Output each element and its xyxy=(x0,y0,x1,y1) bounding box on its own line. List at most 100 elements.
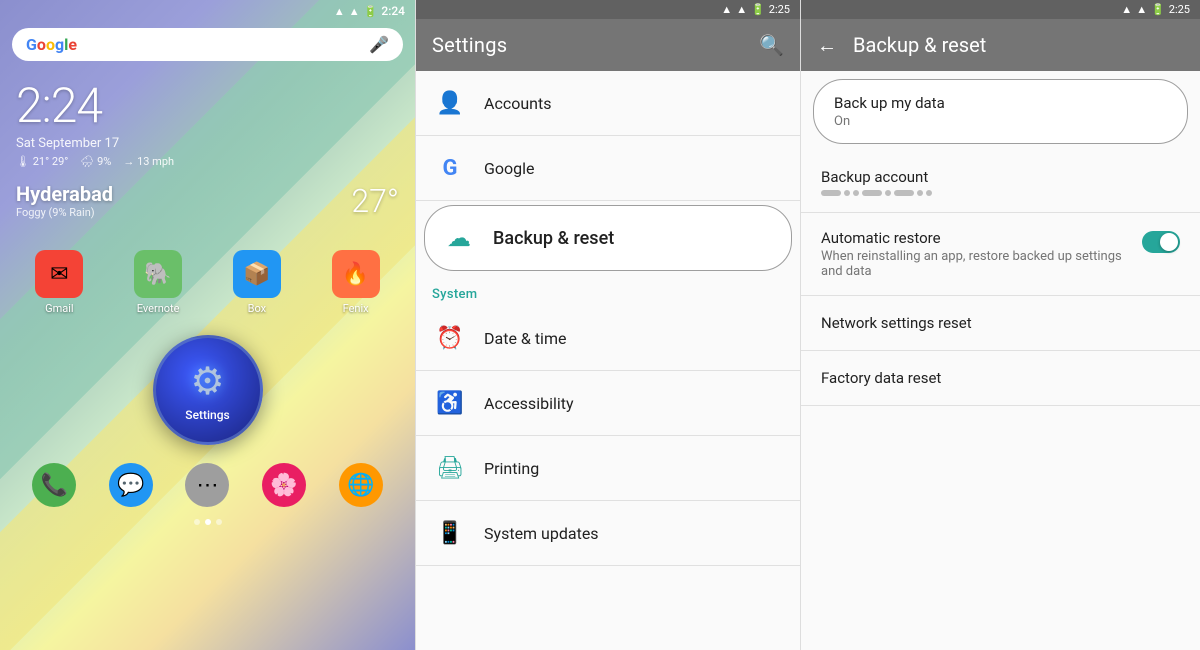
backup-signal-icon: ▲ xyxy=(1136,3,1147,16)
city-weather-row: Hyderabad Foggy (9% Rain) 27° xyxy=(0,182,415,220)
gmail-icon: ✉ xyxy=(35,250,83,298)
photos-dock-icon[interactable]: 🌸 xyxy=(262,463,306,507)
account-dot-3 xyxy=(853,190,859,196)
app-grid: ✉ Gmail 🐘 Evernote 📦 Box 🔥 Fenix xyxy=(0,230,415,325)
person-icon: 👤 xyxy=(436,91,463,116)
page-dot-1 xyxy=(194,519,200,525)
settings-item-accounts[interactable]: 👤 Accounts xyxy=(416,71,800,136)
automatic-restore-desc: When reinstalling an app, restore backed… xyxy=(821,249,1142,279)
home-screen: ▲ ▲ 🔋 2:24 Google 🎤 2:24 Sat September 1… xyxy=(0,0,415,650)
backup-status-bar: ▲ ▲ 🔋 2:25 xyxy=(801,0,1200,19)
backup-time: 2:25 xyxy=(1169,3,1190,16)
page-dot-3 xyxy=(216,519,222,525)
backup-screen: ▲ ▲ 🔋 2:25 ← Backup & reset Back up my d… xyxy=(800,0,1200,650)
account-dot-6 xyxy=(894,190,914,196)
google-label: Google xyxy=(484,159,535,178)
home-wifi-icon: ▲ xyxy=(334,5,345,18)
automatic-restore-title: Automatic restore xyxy=(821,229,1142,247)
backup-battery-icon: 🔋 xyxy=(1151,3,1165,16)
gmail-app[interactable]: ✉ Gmail xyxy=(35,250,83,315)
backup-account-item[interactable]: Backup account xyxy=(801,152,1200,213)
settings-screen: ▲ ▲ 🔋 2:25 Settings 🔍 👤 Accounts G Googl… xyxy=(415,0,800,650)
weather-description: Foggy (9% Rain) xyxy=(16,206,113,219)
fenix-app[interactable]: 🔥 Fenix xyxy=(332,250,380,315)
box-icon: 📦 xyxy=(233,250,281,298)
settings-item-accessibility[interactable]: ♿ Accessibility xyxy=(416,371,800,436)
settings-header: Settings 🔍 xyxy=(416,19,800,71)
settings-list: 👤 Accounts G Google ☁ Backup & reset Sys… xyxy=(416,71,800,650)
settings-item-datetime[interactable]: ⏰ Date & time xyxy=(416,306,800,371)
backup-content: Back up my data On Backup account Automa… xyxy=(801,71,1200,650)
apps-dock-icon[interactable]: ⋯ xyxy=(185,463,229,507)
system-updates-icon: 📱 xyxy=(432,515,468,551)
google-settings-icon: G xyxy=(432,150,468,186)
box-app[interactable]: 📦 Box xyxy=(233,250,281,315)
settings-item-system-updates[interactable]: 📱 System updates xyxy=(416,501,800,566)
gear-icon: ⚙ xyxy=(190,359,224,404)
weather-widget: 2:24 Sat September 17 🌡 21° 29° 🌧 9% → 1… xyxy=(0,67,415,178)
network-reset-title: Network settings reset xyxy=(821,314,1180,332)
factory-reset-title: Factory data reset xyxy=(821,369,1180,387)
printing-icon: 🖨 xyxy=(432,450,468,486)
clock-display: 2:24 xyxy=(16,77,399,134)
backup-my-data-item[interactable]: Back up my data On xyxy=(813,79,1188,144)
page-dot-2 xyxy=(205,519,211,525)
settings-app-label: Settings xyxy=(185,408,229,422)
account-dot-2 xyxy=(844,190,850,196)
city-name: Hyderabad xyxy=(16,182,113,206)
google-logo: Google xyxy=(26,35,77,54)
search-bar[interactable]: Google 🎤 xyxy=(12,28,403,61)
backup-my-data-value: On xyxy=(834,114,1167,129)
automatic-restore-content: Automatic restore When reinstalling an a… xyxy=(821,229,1142,279)
account-dot-7 xyxy=(917,190,923,196)
home-status-bar: ▲ ▲ 🔋 2:24 xyxy=(0,0,415,22)
box-label: Box xyxy=(248,302,266,315)
mic-icon[interactable]: 🎤 xyxy=(369,35,389,54)
backup-my-data-title: Back up my data xyxy=(834,94,1167,112)
evernote-app[interactable]: 🐘 Evernote xyxy=(134,250,182,315)
settings-app-center[interactable]: ⚙ Settings xyxy=(0,335,415,445)
accessibility-label: Accessibility xyxy=(484,394,574,413)
evernote-icon: 🐘 xyxy=(134,250,182,298)
automatic-restore-item[interactable]: Automatic restore When reinstalling an a… xyxy=(801,213,1200,296)
settings-item-google[interactable]: G Google xyxy=(416,136,800,201)
account-dot-1 xyxy=(821,190,841,196)
weather-details: 🌡 21° 29° 🌧 9% → 13 mph xyxy=(16,155,399,168)
automatic-restore-toggle[interactable] xyxy=(1142,231,1180,253)
settings-title: Settings xyxy=(432,33,507,57)
phone-dock-icon[interactable]: 📞 xyxy=(32,463,76,507)
chrome-dock-icon[interactable]: 🌐 xyxy=(339,463,383,507)
date-display: Sat September 17 xyxy=(16,136,399,151)
fenix-icon: 🔥 xyxy=(332,250,380,298)
app-dock: 📞 💬 ⋯ 🌸 🌐 xyxy=(0,455,415,515)
back-arrow-icon[interactable]: ← xyxy=(817,33,837,58)
rain-chance: 🌧 9% xyxy=(80,155,111,168)
home-battery-icon: 🔋 xyxy=(364,5,378,18)
backup-wifi-icon: ▲ xyxy=(1121,3,1132,16)
settings-item-backup[interactable]: ☁ Backup & reset xyxy=(424,205,792,271)
backup-account-title: Backup account xyxy=(821,168,1180,186)
messages-dock-icon[interactable]: 💬 xyxy=(109,463,153,507)
printing-label: Printing xyxy=(484,459,539,478)
system-updates-label: System updates xyxy=(484,524,599,543)
evernote-label: Evernote xyxy=(137,302,180,315)
page-indicators xyxy=(0,519,415,525)
backup-header-title: Backup & reset xyxy=(853,33,986,57)
accounts-icon: 👤 xyxy=(432,85,468,121)
settings-search-icon[interactable]: 🔍 xyxy=(759,33,784,57)
home-time: 2:24 xyxy=(381,4,405,18)
factory-reset-item[interactable]: Factory data reset xyxy=(801,351,1200,406)
wind-speed: → 13 mph xyxy=(123,155,174,168)
datetime-label: Date & time xyxy=(484,329,566,348)
settings-time: 2:25 xyxy=(769,3,790,16)
settings-battery-icon: 🔋 xyxy=(751,3,765,16)
fenix-label: Fenix xyxy=(343,302,369,315)
gmail-label: Gmail xyxy=(45,302,73,315)
network-reset-item[interactable]: Network settings reset xyxy=(801,296,1200,351)
settings-circle: ⚙ Settings xyxy=(153,335,263,445)
settings-item-printing[interactable]: 🖨 Printing xyxy=(416,436,800,501)
settings-signal-icon: ▲ xyxy=(736,3,747,16)
home-signal-icon: ▲ xyxy=(349,5,360,18)
settings-wifi-icon: ▲ xyxy=(721,3,732,16)
account-dot-4 xyxy=(862,190,882,196)
